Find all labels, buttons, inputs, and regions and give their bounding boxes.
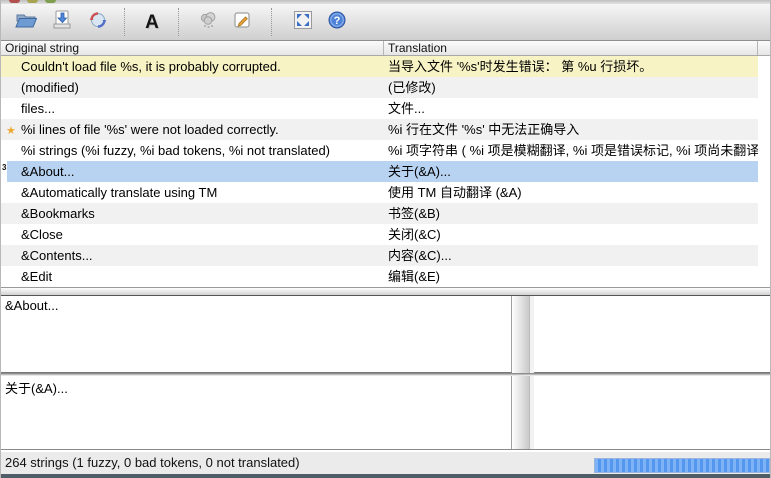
string-table-body: Couldn't load file %s, it is probably co… xyxy=(1,56,770,287)
translation-cell: (已修改) xyxy=(384,77,758,98)
translation-pane-scrollbar[interactable] xyxy=(512,376,530,450)
table-row[interactable]: Couldn't load file %s, it is probably co… xyxy=(1,56,770,77)
original-cell: Couldn't load file %s, it is probably co… xyxy=(21,56,384,77)
comments-icon xyxy=(197,9,219,36)
open-button[interactable] xyxy=(13,8,39,36)
original-cell: &Contents... xyxy=(21,245,384,266)
translation-progress-bar xyxy=(594,458,770,473)
fuzzy-toggle-button[interactable]: A xyxy=(139,8,165,36)
table-row[interactable]: %i strings (%i fuzzy, %i bad tokens, %i … xyxy=(1,140,770,161)
progress-bar-fill xyxy=(594,458,770,473)
row-marker xyxy=(1,182,21,203)
translation-cell: 内容(&C)... xyxy=(384,245,758,266)
row-gutter xyxy=(758,203,770,224)
original-cell: (modified) xyxy=(21,77,384,98)
row-gutter xyxy=(758,224,770,245)
update-icon xyxy=(87,9,109,36)
table-row[interactable]: (modified) (已修改) xyxy=(1,77,770,98)
original-cell: files... xyxy=(21,98,384,119)
fuzzy-star-icon: ★ xyxy=(6,125,16,137)
fullscreen-button[interactable] xyxy=(290,8,316,36)
translation-cell: 书签(&B) xyxy=(384,203,758,224)
update-button[interactable] xyxy=(85,8,111,36)
help-button[interactable]: ? xyxy=(324,8,350,36)
row-gutter xyxy=(758,98,770,119)
row-marker xyxy=(1,224,21,245)
row-gutter xyxy=(758,140,770,161)
translation-cell: 使用 TM 自动翻译 (&A) xyxy=(384,182,758,203)
translation-cell: 文件... xyxy=(384,98,758,119)
help-icon: ? xyxy=(326,9,348,36)
row-gutter xyxy=(758,245,770,266)
toolbar-separator xyxy=(178,8,179,36)
row-marker xyxy=(1,98,21,119)
bookmark-number: 3 xyxy=(2,157,6,178)
table-row[interactable]: &Edit 编辑(&E) xyxy=(1,266,770,287)
translation-cell: 编辑(&E) xyxy=(384,266,758,287)
row-gutter xyxy=(758,56,770,77)
window-bottom-edge xyxy=(1,474,770,478)
translation-cell: %i 行在文件 '%s' 中无法正确导入 xyxy=(384,119,758,140)
original-cell: &Close xyxy=(21,224,384,245)
table-row[interactable]: &Automatically translate using TM 使用 TM … xyxy=(1,182,770,203)
translation-cell: 关闭(&C) xyxy=(384,224,758,245)
translation-cell: 当导入文件 '%s'时发生错误： 第 %u 行损坏。 xyxy=(384,56,758,77)
fullscreen-icon xyxy=(293,10,313,35)
table-row[interactable]: 3 &About... 关于(&A)... xyxy=(1,161,770,182)
header-corner xyxy=(758,41,770,55)
translation-text-pane[interactable]: 关于(&A)... xyxy=(1,376,512,450)
column-header-original[interactable]: Original string xyxy=(1,41,384,55)
original-cell: &About... xyxy=(21,161,384,182)
close-window-icon[interactable] xyxy=(9,0,20,3)
row-gutter xyxy=(758,119,770,140)
open-icon xyxy=(14,9,38,36)
toolbar-separator xyxy=(124,8,125,36)
row-gutter xyxy=(758,77,770,98)
fuzzy-icon: A xyxy=(145,13,159,32)
editor-panes: &About... 关于(&A)... xyxy=(1,296,770,450)
toolbar: A xyxy=(1,4,770,41)
source-pane-scrollbar[interactable] xyxy=(512,296,530,373)
row-marker: ★ xyxy=(1,119,21,140)
row-marker xyxy=(1,245,21,266)
save-icon xyxy=(51,9,73,36)
table-row[interactable]: &Bookmarks 书签(&B) xyxy=(1,203,770,224)
translation-cell: 关于(&A)... xyxy=(384,161,758,182)
svg-text:?: ? xyxy=(334,15,341,27)
status-bar: 264 strings (1 fuzzy, 0 bad tokens, 0 no… xyxy=(1,450,770,474)
table-row[interactable]: files... 文件... xyxy=(1,98,770,119)
original-cell: %i lines of file '%s' were not loaded co… xyxy=(21,119,384,140)
table-header: Original string Translation xyxy=(1,41,770,56)
row-marker xyxy=(1,77,21,98)
row-marker: 3 xyxy=(1,161,21,182)
original-cell: %i strings (%i fuzzy, %i bad tokens, %i … xyxy=(21,140,384,161)
row-marker xyxy=(1,56,21,77)
status-text: 264 strings (1 fuzzy, 0 bad tokens, 0 no… xyxy=(5,455,300,470)
comments-button[interactable] xyxy=(195,8,221,36)
toolbar-separator xyxy=(271,8,272,36)
original-cell: &Automatically translate using TM xyxy=(21,182,384,203)
row-gutter xyxy=(758,266,770,287)
save-button[interactable] xyxy=(49,8,75,36)
row-marker xyxy=(1,203,21,224)
column-header-translation[interactable]: Translation xyxy=(384,41,758,55)
app-window: A xyxy=(0,0,771,478)
side-pane-top xyxy=(534,296,770,373)
row-marker xyxy=(1,266,21,287)
pane-separator xyxy=(1,373,770,376)
zoom-window-icon[interactable] xyxy=(45,0,56,3)
row-gutter xyxy=(758,161,770,182)
edit-comment-icon xyxy=(231,9,253,36)
table-row[interactable]: &Close 关闭(&C) xyxy=(1,224,770,245)
table-row[interactable]: ★ %i lines of file '%s' were not loaded … xyxy=(1,119,770,140)
minimize-window-icon[interactable] xyxy=(27,0,38,3)
translation-cell: %i 项字符串 ( %i 项是模糊翻译, %i 项是错误标记, %i 项尚未翻译… xyxy=(384,140,758,161)
row-gutter xyxy=(758,182,770,203)
side-pane-bottom xyxy=(534,376,770,450)
original-cell: &Edit xyxy=(21,266,384,287)
source-text-pane: &About... xyxy=(1,296,512,373)
edit-comment-button[interactable] xyxy=(229,8,255,36)
original-cell: &Bookmarks xyxy=(21,203,384,224)
table-row[interactable]: &Contents... 内容(&C)... xyxy=(1,245,770,266)
